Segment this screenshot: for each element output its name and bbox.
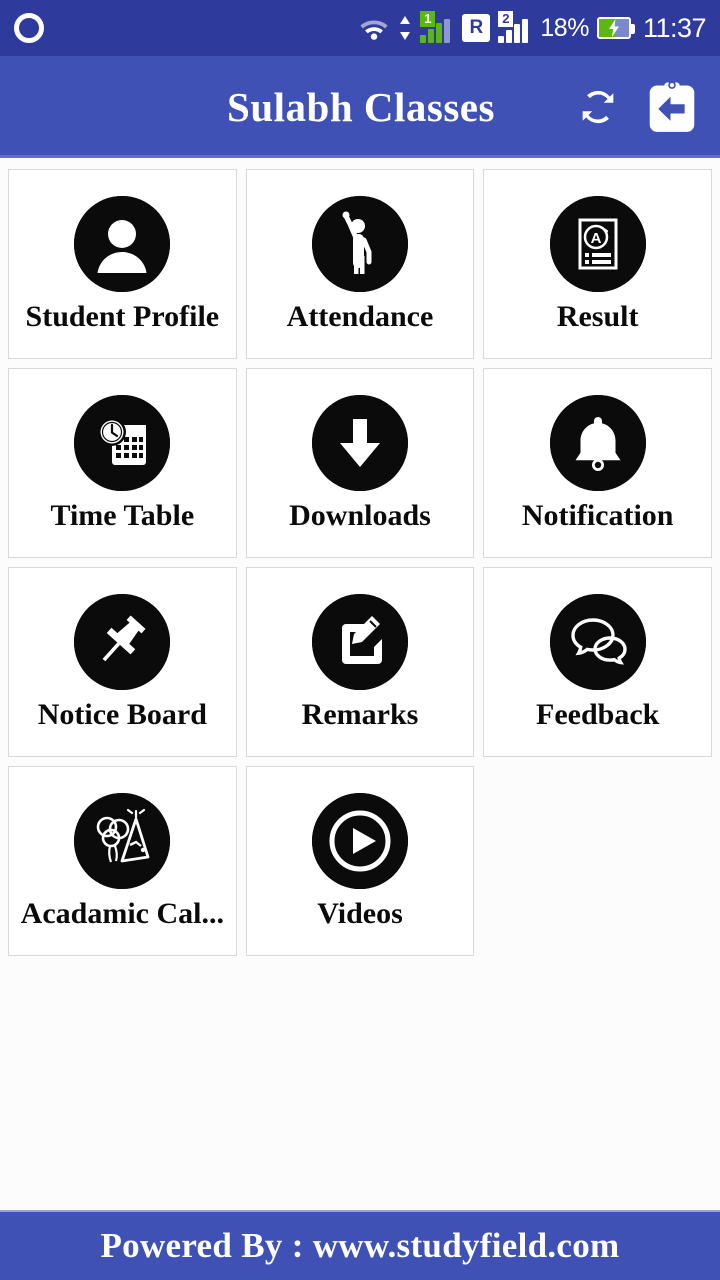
status-bar-clock: 11:37	[642, 12, 707, 43]
page-title: Sulabh Classes	[227, 84, 495, 130]
edit-pencil-square-glyph	[311, 594, 408, 690]
tile-student-profile[interactable]: Student Profile	[8, 169, 237, 359]
clock-calendar-glyph	[74, 395, 171, 491]
report-card-glyph: A	[549, 196, 646, 292]
main-content: Student Profile Attendance A Result Time…	[0, 158, 720, 1210]
tile-label: Acadamic Cal...	[20, 897, 224, 930]
download-arrow-glyph	[311, 395, 408, 491]
app-bar-divider	[0, 155, 720, 158]
tile-feedback[interactable]: Feedback	[483, 567, 712, 757]
sync-refresh-icon	[582, 90, 614, 124]
tile-notice-board[interactable]: Notice Board	[8, 567, 237, 757]
play-circle-glyph	[311, 793, 408, 889]
battery-charging-icon	[596, 17, 635, 39]
raised-hand-person-icon	[311, 196, 408, 292]
edit-pencil-square-icon	[311, 594, 408, 690]
app-screen: 1 R 2 18% 11:37 Sulabh Classes Student P…	[0, 0, 720, 1280]
speech-bubbles-glyph	[549, 594, 646, 690]
powered-by-label: Powered By : www.studyfield.com	[100, 1226, 620, 1265]
party-balloons-icon	[74, 793, 171, 889]
menu-grid: Student Profile Attendance A Result Time…	[8, 169, 712, 956]
app-bar-actions	[572, 81, 706, 133]
tile-label: Feedback	[536, 698, 660, 731]
speech-bubbles-icon	[549, 594, 646, 690]
report-card-icon: A	[549, 196, 646, 292]
tile-remarks[interactable]: Remarks	[245, 567, 475, 757]
tile-label: Videos	[317, 897, 403, 930]
play-circle-icon	[311, 793, 408, 889]
tile-label: Notification	[521, 499, 674, 532]
wifi-icon	[360, 20, 388, 40]
opera-logo-icon	[14, 13, 44, 43]
user-profile-icon	[74, 196, 171, 292]
tile-label: Notice Board	[37, 698, 207, 731]
tile-result[interactable]: A Result	[483, 169, 712, 359]
app-bar: Sulabh Classes	[0, 56, 720, 158]
battery-percent-label: 18%	[540, 13, 589, 42]
tile-label: Remarks	[301, 698, 419, 731]
refresh-button[interactable]	[572, 81, 624, 133]
logout-button[interactable]	[646, 81, 698, 133]
tile-label: Time Table	[50, 499, 195, 532]
tile-notification[interactable]: Notification	[483, 368, 712, 558]
tile-label: Student Profile	[25, 300, 220, 333]
status-bar-right: 1 R 2 18% 11:37	[358, 11, 707, 44]
svg-text:A: A	[590, 230, 601, 247]
sim1-signal-icon: 1	[420, 11, 454, 43]
clock-calendar-icon	[74, 395, 171, 491]
download-arrow-icon	[311, 395, 408, 491]
sim2-signal-icon: 2	[498, 11, 532, 43]
tile-videos[interactable]: Videos	[245, 766, 475, 956]
tile-academic-calendar[interactable]: Acadamic Cal...	[8, 766, 237, 956]
tile-attendance[interactable]: Attendance	[245, 169, 475, 359]
roaming-badge: R	[462, 14, 491, 42]
user-profile-glyph	[74, 196, 171, 292]
data-arrows-icon	[400, 16, 411, 40]
pushpin-icon	[74, 594, 171, 690]
lightning-bolt-icon	[608, 19, 619, 37]
tile-label: Attendance	[286, 300, 434, 333]
tile-label: Downloads	[289, 499, 431, 532]
status-bar: 1 R 2 18% 11:37	[0, 0, 720, 56]
tile-time-table[interactable]: Time Table	[8, 368, 237, 558]
raised-hand-person-glyph	[311, 196, 408, 292]
bell-glyph	[549, 395, 646, 491]
tile-downloads[interactable]: Downloads	[245, 368, 475, 558]
tile-label: Result	[556, 300, 639, 333]
party-balloons-glyph	[74, 793, 171, 889]
pushpin-glyph	[74, 594, 171, 690]
status-bar-left	[14, 13, 44, 43]
footer-bar: Powered By : www.studyfield.com	[0, 1210, 720, 1280]
bell-icon	[549, 395, 646, 491]
logout-clipboard-icon	[649, 81, 695, 132]
